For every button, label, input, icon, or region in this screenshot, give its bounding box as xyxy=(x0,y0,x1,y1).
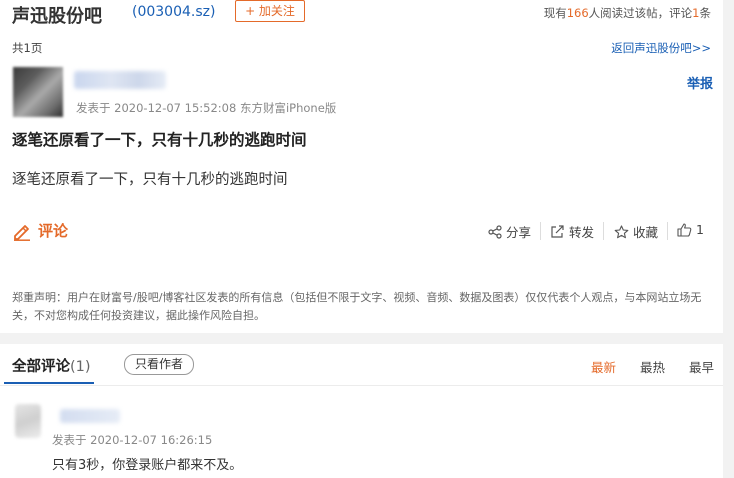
share-icon xyxy=(488,224,502,239)
star-icon xyxy=(614,224,629,238)
comment-button[interactable]: 评论 xyxy=(12,220,68,241)
comment-count: 1 xyxy=(692,6,700,20)
stats-suffix: 条 xyxy=(699,6,712,20)
divider xyxy=(0,385,723,386)
comment-author-blurred[interactable] xyxy=(60,409,120,423)
avatar[interactable] xyxy=(13,67,63,117)
post-title: 逐笔还原看了一下，只有十几秒的逃跑时间 xyxy=(12,131,307,149)
share-button[interactable]: 分享 xyxy=(488,222,531,241)
comment-avatar[interactable] xyxy=(15,404,41,438)
divider xyxy=(603,222,604,240)
comment-meta: 发表于 2020-12-07 16:26:15 xyxy=(52,433,213,447)
share-label: 分享 xyxy=(506,225,532,240)
divider xyxy=(667,222,668,240)
post-meta: 发表于 2020-12-07 15:52:08 东方财富iPhone版 xyxy=(76,101,337,115)
stock-code[interactable]: (003004.sz) xyxy=(132,4,215,20)
read-count: 166 xyxy=(566,6,589,20)
forward-button[interactable]: 转发 xyxy=(550,222,594,241)
post-card: 声迅股份吧 (003004.sz) + 加关注 现有166人阅读过该帖，评论1条… xyxy=(0,0,723,333)
tab-all-label: 全部评论 xyxy=(12,359,70,375)
post-body: 逐笔还原看了一下，只有十几秒的逃跑时间 xyxy=(12,172,288,188)
like-count: 1 xyxy=(696,222,704,237)
thumbs-up-icon xyxy=(677,222,692,237)
favorite-button[interactable]: 收藏 xyxy=(614,222,658,241)
read-stats: 现有166人阅读过该帖，评论1条 xyxy=(544,5,711,21)
favorite-label: 收藏 xyxy=(633,225,659,240)
bar-title[interactable]: 声迅股份吧 xyxy=(12,2,102,28)
pencil-icon xyxy=(14,224,30,241)
only-author-button[interactable]: 只看作者 xyxy=(124,354,194,375)
sort-hottest[interactable]: 最热 xyxy=(640,357,665,376)
sort-newest[interactable]: 最新 xyxy=(591,357,616,376)
active-tab-indicator xyxy=(4,382,94,384)
disclaimer: 郑重声明：用户在财富号/股吧/博客社区发表的所有信息（包括但不限于文字、视频、音… xyxy=(12,291,702,322)
tab-all-comments[interactable]: 全部评论(1) xyxy=(12,355,91,376)
like-button[interactable]: 1 xyxy=(677,222,704,237)
divider xyxy=(540,222,541,240)
page-count: 共1页 xyxy=(12,41,43,55)
sort-earliest[interactable]: 最早 xyxy=(689,357,714,376)
forward-label: 转发 xyxy=(569,225,595,240)
stats-prefix: 现有 xyxy=(543,6,567,20)
comment-text: 只有3秒，你登录账户都来不及。 xyxy=(52,458,243,473)
back-to-bar-link[interactable]: 返回声迅股份吧>> xyxy=(611,40,711,56)
follow-button[interactable]: + 加关注 xyxy=(235,0,305,22)
comment-label: 评论 xyxy=(38,222,69,240)
stats-middle: 人阅读过该帖，评论 xyxy=(588,6,693,20)
author-name-blurred[interactable] xyxy=(74,71,166,89)
report-button[interactable]: 举报 xyxy=(687,73,713,92)
forward-icon xyxy=(551,224,564,238)
tab-all-count: (1) xyxy=(70,359,91,375)
